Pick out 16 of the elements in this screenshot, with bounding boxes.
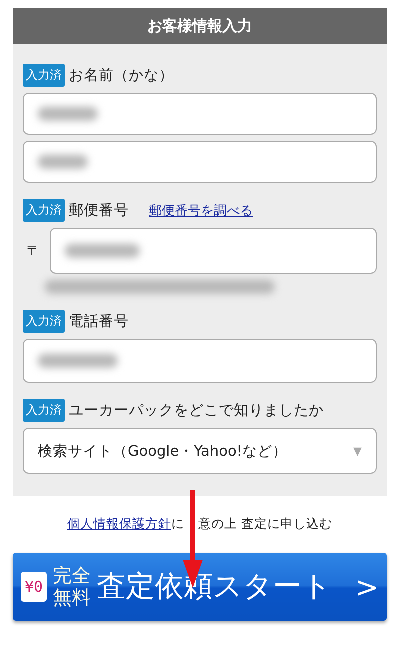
caret-icon: ▼ — [354, 444, 362, 458]
filled-badge: 入力済 — [23, 399, 65, 422]
consent-text: に — [172, 516, 184, 533]
field-label: ユーカーパックをどこで知りましたか — [69, 402, 324, 420]
field-label: お名前（かな） — [69, 67, 174, 85]
postal-mark: 〒 — [26, 243, 40, 260]
consent-text: 意の上 査定に申し込む — [198, 516, 332, 533]
filled-badge: 入力済 — [23, 199, 65, 222]
postal-lookup-link[interactable]: 郵便番号を調べる — [149, 202, 253, 220]
field-label: 郵便番号 — [69, 202, 129, 220]
filled-badge: 入力済 — [23, 64, 65, 87]
form-title: お客様情報入力 — [13, 8, 387, 44]
select-field[interactable]: 検索サイト（Google・Yahoo!など） ▼ — [23, 428, 377, 474]
privacy-policy-link[interactable]: 個人情報保護方針 — [68, 516, 172, 533]
field-label: 電話番号 — [69, 313, 129, 331]
filled-badge: 入力済 — [23, 310, 65, 333]
